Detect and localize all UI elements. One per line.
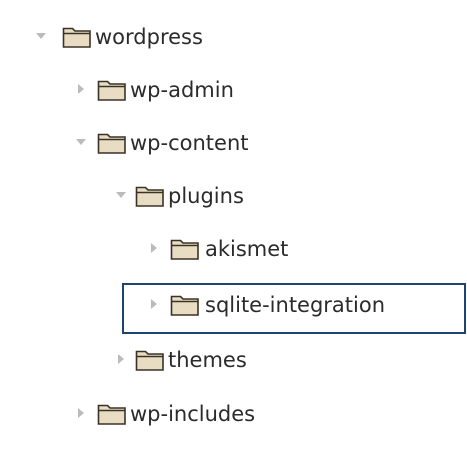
folder-icon bbox=[170, 237, 200, 261]
tree-item-label: wp-content bbox=[130, 131, 249, 155]
folder-icon bbox=[97, 402, 127, 426]
folder-icon bbox=[97, 78, 127, 102]
chevron-right-icon[interactable] bbox=[72, 394, 88, 434]
chevron-right-icon[interactable] bbox=[112, 340, 128, 380]
tree-item-label: akismet bbox=[205, 237, 289, 261]
tree-item-wordpress[interactable]: wordpress bbox=[0, 17, 467, 57]
folder-icon bbox=[135, 348, 165, 372]
tree-item-label: wordpress bbox=[95, 25, 203, 49]
folder-icon bbox=[135, 184, 165, 208]
tree-item-themes[interactable]: themes bbox=[0, 340, 467, 380]
chevron-down-icon[interactable] bbox=[32, 17, 48, 57]
folder-icon bbox=[170, 293, 200, 317]
tree-item-sqlite-integration[interactable]: sqlite-integration bbox=[0, 281, 467, 337]
folder-icon bbox=[97, 131, 127, 155]
tree-item-label: sqlite-integration bbox=[205, 293, 386, 317]
tree-item-label: plugins bbox=[168, 184, 244, 208]
tree-item-akismet[interactable]: akismet bbox=[0, 229, 467, 269]
tree-item-wp-admin[interactable]: wp-admin bbox=[0, 70, 467, 110]
tree-item-plugins[interactable]: plugins bbox=[0, 176, 467, 216]
file-tree: wordpress wp-admin wp-content plugins ak… bbox=[0, 0, 467, 466]
chevron-right-icon[interactable] bbox=[145, 229, 161, 269]
tree-item-label: themes bbox=[168, 348, 247, 372]
chevron-down-icon[interactable] bbox=[112, 176, 128, 216]
tree-item-label: wp-includes bbox=[130, 402, 256, 426]
tree-item-wp-content[interactable]: wp-content bbox=[0, 123, 467, 163]
tree-item-wp-includes[interactable]: wp-includes bbox=[0, 394, 467, 434]
chevron-right-icon[interactable] bbox=[145, 285, 161, 325]
chevron-down-icon[interactable] bbox=[72, 123, 88, 163]
tree-item-label: wp-admin bbox=[130, 78, 234, 102]
chevron-right-icon[interactable] bbox=[72, 70, 88, 110]
folder-icon bbox=[62, 25, 92, 49]
